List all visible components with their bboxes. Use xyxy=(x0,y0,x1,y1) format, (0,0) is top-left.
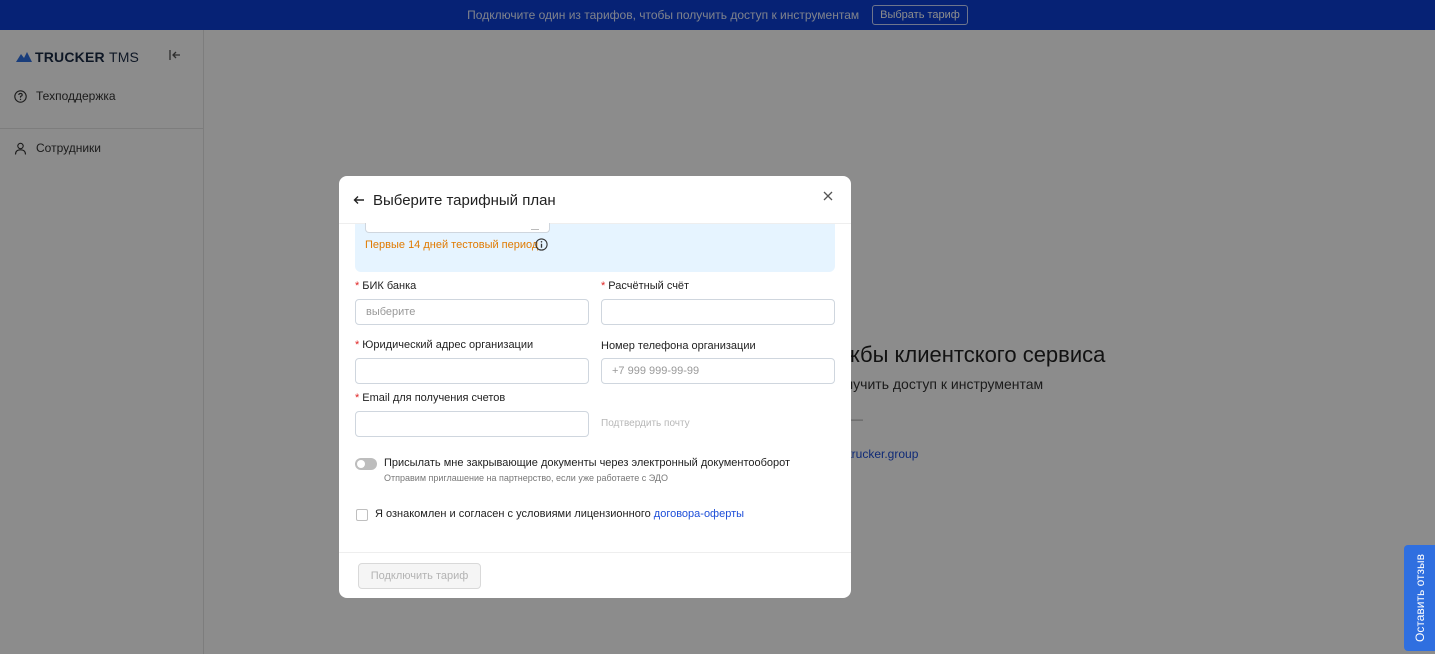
legal-address-input[interactable] xyxy=(355,358,589,384)
bik-label: * БИК банка xyxy=(355,280,417,292)
email-input[interactable] xyxy=(355,411,589,437)
feedback-label: Оставить отзыв xyxy=(1412,554,1427,642)
offer-contract-link[interactable]: договора-оферты xyxy=(654,508,744,520)
bik-select[interactable]: выберите xyxy=(355,299,589,325)
legal-address-label: * Юридический адрес организации xyxy=(355,339,534,351)
edo-toggle-hint: Отправим приглашение на партнерство, есл… xyxy=(384,473,668,483)
connect-tariff-button[interactable]: Подключить тариф xyxy=(358,563,481,589)
modal-footer: Подключить тариф xyxy=(339,552,851,598)
tariff-select[interactable] xyxy=(365,223,550,233)
trial-period-text: Первые 14 дней тестовый период xyxy=(365,239,539,251)
phone-label: Номер телефона организации xyxy=(601,340,756,352)
info-icon[interactable] xyxy=(535,238,548,251)
account-label: * Расчётный счёт xyxy=(601,280,690,292)
tariff-modal: Выберите тарифный план Первые 14 дней те… xyxy=(339,176,851,598)
agreement-text: Я ознакомлен и согласен с условиями лице… xyxy=(375,508,745,520)
tariff-info-box: Первые 14 дней тестовый период xyxy=(355,223,835,272)
phone-input[interactable]: +7 999 999-99-99 xyxy=(601,358,835,384)
arrow-left-icon[interactable] xyxy=(353,194,365,206)
close-icon[interactable] xyxy=(822,190,834,202)
edo-toggle-label: Присылать мне закрывающие документы чере… xyxy=(384,457,791,469)
modal-header: Выберите тарифный план xyxy=(339,176,851,224)
feedback-tab[interactable]: Оставить отзыв xyxy=(1404,545,1435,651)
account-input[interactable] xyxy=(601,299,835,325)
confirm-email-link[interactable]: Подтвердить почту xyxy=(601,418,690,429)
agreement-checkbox[interactable] xyxy=(356,509,368,521)
modal-title: Выберите тарифный план xyxy=(373,192,556,209)
email-label: * Email для получения счетов xyxy=(355,392,506,404)
edo-toggle[interactable] xyxy=(355,458,377,470)
